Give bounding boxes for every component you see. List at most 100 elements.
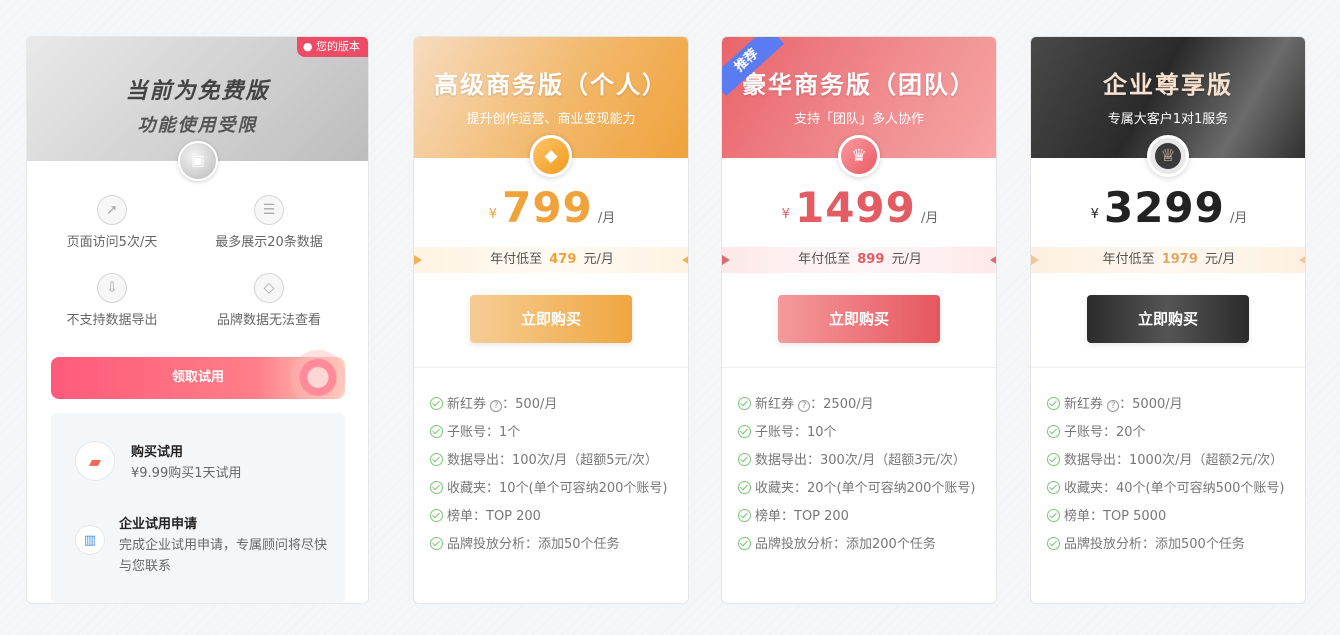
feature-item: 子账号：20个 [1047, 423, 1285, 451]
feature-item: 收藏夹：10个(单个可容纳200个账号) [430, 479, 668, 507]
currency-symbol: ¥ [488, 207, 498, 222]
feature-text: 子账号：10个 [755, 425, 837, 440]
yearly-price: 479 [549, 252, 577, 267]
buy-now-button[interactable]: 立即购买 [1087, 295, 1249, 343]
feature-text: 数据导出：300次/月（超额3元/次） [755, 453, 966, 468]
list-icon: ☰ [254, 195, 284, 225]
feature-item: 新红券 ? ：2500/月 [738, 395, 976, 423]
check-icon [738, 481, 751, 494]
feature-item: 数据导出：1000次/月（超额2元/次） [1047, 451, 1285, 479]
claim-trial-button[interactable]: 领取试用 [51, 357, 345, 399]
free-feature-brand: ◇ 品牌数据无法查看 [184, 273, 354, 328]
check-icon [430, 425, 443, 438]
wallet-icon: ▰ [75, 441, 115, 481]
plan-name: 高级商务版（个人） [434, 71, 668, 99]
banner-arrow-left-icon [414, 255, 422, 265]
check-icon [738, 425, 751, 438]
plan-description: 专属大客户1对1服务 [1107, 112, 1229, 127]
feature-item: 榜单：TOP 200 [738, 507, 976, 535]
feature-text: 收藏夹：40个(单个可容纳500个账号) [1064, 481, 1285, 496]
check-icon [430, 397, 443, 410]
check-icon [1047, 481, 1060, 494]
divider [414, 367, 688, 368]
current-version-badge: ● 您的版本 [296, 37, 368, 57]
plan-price: ¥ 1499 /月 [722, 183, 996, 232]
check-icon [430, 453, 443, 466]
divider [722, 367, 996, 368]
price-unit: /月 [597, 211, 616, 226]
feature-label: 最多展示20条数据 [215, 235, 323, 250]
yearly-suffix: 元/月 [1205, 252, 1236, 267]
feature-text: 品牌投放分析：添加200个任务 [755, 537, 936, 552]
buy-now-button[interactable]: 立即购买 [778, 295, 940, 343]
price-unit: /月 [920, 211, 939, 226]
divider [1031, 367, 1305, 368]
check-icon [1047, 453, 1060, 466]
feature-item: 收藏夹：20个(单个可容纳200个账号) [738, 479, 976, 507]
yearly-price-banner: 年付低至 1979 元/月 [1031, 247, 1305, 273]
check-icon [738, 397, 751, 410]
free-medal-icon: ▣ [178, 141, 218, 181]
feature-item: 品牌投放分析：添加200个任务 [738, 535, 976, 563]
currency-symbol: ¥ [781, 207, 790, 222]
check-icon [430, 509, 443, 522]
banner-arrow-right-icon [990, 255, 996, 265]
feature-item: 子账号：10个 [738, 423, 976, 451]
price-value: 3299 [1103, 183, 1225, 232]
feature-text: 新红券 [447, 397, 487, 412]
banner-arrow-left-icon [1031, 255, 1039, 265]
plan-feature-list: 新红券 ? ：2500/月 子账号：10个 数据导出：300次/月（超额3元/次）… [738, 395, 976, 563]
feature-text: 品牌投放分析：添加50个任务 [447, 537, 620, 552]
plan-price: ¥ 3299 /月 [1031, 183, 1305, 232]
trial-options-box: ▰ 购买试用 ¥9.99购买1天试用 ▥ 企业试用申请 完成企业试用申请，专属顾… [51, 413, 345, 603]
feature-item: 榜单：TOP 5000 [1047, 507, 1285, 535]
currency-symbol: ¥ [1090, 207, 1099, 222]
feature-text: 榜单：TOP 200 [447, 509, 541, 524]
feature-item: 榜单：TOP 200 [430, 507, 668, 535]
price-value: 799 [502, 183, 593, 232]
building-icon: ▥ [75, 525, 105, 555]
feature-item: 品牌投放分析：添加50个任务 [430, 535, 668, 563]
help-icon[interactable]: ? [1107, 400, 1120, 412]
help-icon[interactable]: ? [490, 400, 503, 412]
yearly-price: 1979 [1161, 252, 1198, 267]
yearly-price: 899 [857, 252, 885, 267]
yearly-price-banner: 年付低至 479 元/月 [414, 247, 688, 273]
plan-feature-list: 新红券 ? ：5000/月 子账号：20个 数据导出：1000次/月（超额2元/次… [1047, 395, 1285, 563]
check-icon [738, 509, 751, 522]
yearly-suffix: 元/月 [891, 252, 922, 267]
feature-item: 新红券 ? ：500/月 [430, 395, 668, 423]
diamond-icon: ◆ [530, 135, 572, 177]
feature-label: 品牌数据无法查看 [216, 313, 321, 328]
feature-text: 数据导出：1000次/月（超额2元/次） [1064, 453, 1284, 468]
feature-text: 收藏夹：10个(单个可容纳200个账号) [447, 481, 668, 496]
feature-item: 品牌投放分析：添加500个任务 [1047, 535, 1285, 563]
free-feature-visits: ➚ 页面访问5次/天 [27, 195, 197, 250]
diamond-icon: ◇ [254, 273, 284, 303]
buy-trial-desc: ¥9.99购买1天试用 [131, 466, 242, 481]
yearly-price-banner: 年付低至 899 元/月 [722, 247, 996, 273]
feature-label: 不支持数据导出 [66, 313, 158, 328]
feature-text: 新红券 [755, 397, 795, 412]
feature-item: 子账号：1个 [430, 423, 668, 451]
enterprise-trial-desc: 完成企业试用申请，专属顾问将尽快与您联系 [119, 538, 328, 574]
free-feature-data-limit: ☰ 最多展示20条数据 [184, 195, 354, 250]
enterprise-plan-card: 企业尊享版 专属大客户1对1服务 ♕ ¥ 3299 /月 年付低至 1979 元… [1030, 36, 1306, 604]
check-icon [430, 481, 443, 494]
check-icon [1047, 537, 1060, 550]
arrow-icon: ➚ [97, 195, 127, 225]
premium-personal-plan-card: 高级商务版（个人） 提升创作运营、商业变现能力 ◆ ¥ 799 /月 年付低至 … [413, 36, 689, 604]
help-icon[interactable]: ? [798, 400, 811, 412]
plan-feature-list: 新红券 ? ：500/月 子账号：1个 数据导出：100次/月（超额5元/次） 收… [430, 395, 668, 563]
banner-arrow-right-icon [682, 255, 688, 265]
free-feature-export: ⇩ 不支持数据导出 [27, 273, 197, 328]
plan-description: 提升创作运营、商业变现能力 [466, 112, 636, 127]
buy-now-button[interactable]: 立即购买 [470, 295, 632, 343]
feature-text: 子账号：20个 [1064, 425, 1146, 440]
enterprise-trial-title: 企业试用申请 [119, 517, 198, 532]
feature-text: ：5000/月 [1119, 397, 1183, 412]
yearly-prefix: 年付低至 [798, 252, 851, 267]
feature-text: 榜单：TOP 200 [755, 509, 849, 524]
check-icon [1047, 425, 1060, 438]
check-icon [738, 537, 751, 550]
